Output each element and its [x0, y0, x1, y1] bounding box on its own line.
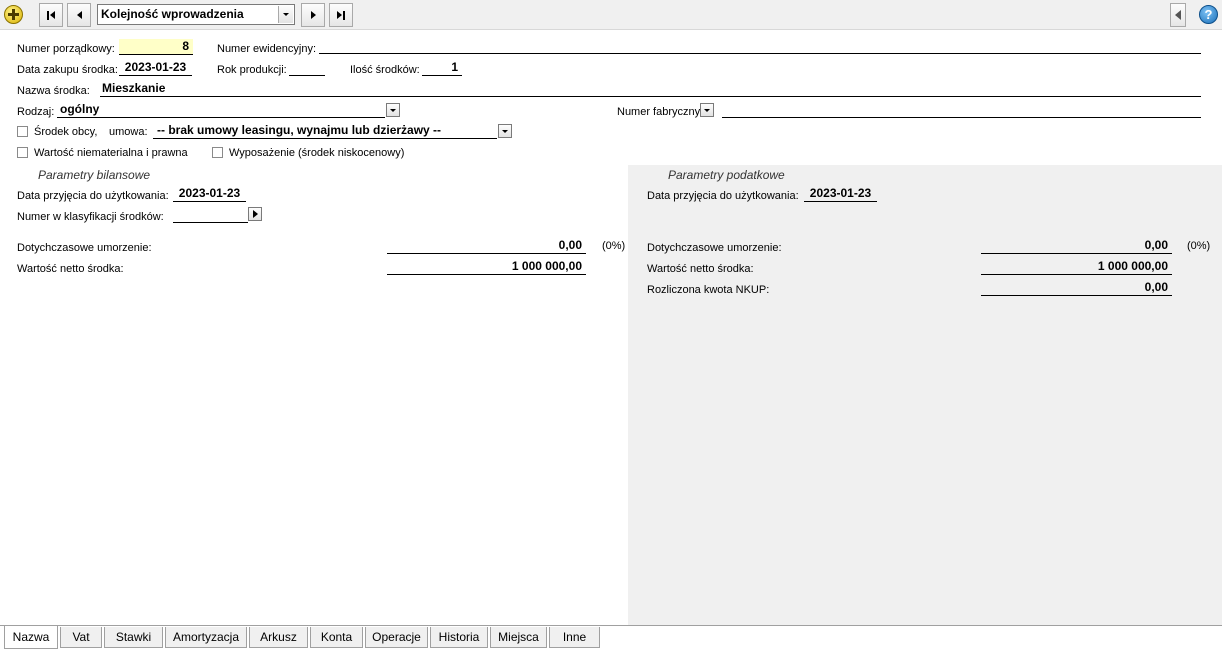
umowa-select[interactable]: -- brak umowy leasingu, wynajmu lub dzie… [153, 123, 497, 139]
toolbar: Kolejność wprowadzenia ? [0, 0, 1222, 30]
sort-order-select[interactable]: Kolejność wprowadzenia [97, 4, 295, 25]
previous-icon [76, 11, 82, 19]
parametry-bilansowe-title: Parametry bilansowe [38, 168, 151, 182]
chevron-down-icon[interactable] [278, 6, 293, 23]
help-icon[interactable]: ? [1199, 5, 1218, 24]
numer-porzadkowy-label: Numer porządkowy: [17, 43, 115, 55]
parametry-podatkowe-title: Parametry podatkowe [668, 168, 785, 182]
tab-bar: Nazwa Vat Stawki Amortyzacja Arkusz Kont… [0, 625, 1222, 652]
rok-produkcji-label: Rok produkcji: [217, 64, 287, 76]
srodek-obcy-label: Środek obcy, [34, 126, 98, 138]
bilansowe-umorzenie-label: Dotychczasowe umorzenie: [17, 242, 152, 254]
srodek-obcy-checkbox[interactable] [17, 126, 28, 137]
podatkowe-netto-field[interactable]: 1 000 000,00 [981, 259, 1172, 275]
tab-konta[interactable]: Konta [310, 627, 363, 648]
first-record-button[interactable] [39, 3, 63, 27]
nazwa-srodka-label: Nazwa środka: [17, 85, 90, 97]
bilansowe-netto-label: Wartość netto środka: [17, 263, 124, 275]
ilosc-srodkow-label: Ilość środków: [350, 64, 420, 76]
tab-vat[interactable]: Vat [60, 627, 102, 648]
bilansowe-netto-field[interactable]: 1 000 000,00 [387, 259, 586, 275]
chevron-right-icon [252, 210, 258, 218]
previous-record-button[interactable] [67, 3, 91, 27]
bilansowe-data-przyjecia-field[interactable]: 2023-01-23 [173, 186, 246, 202]
numer-porzadkowy-field[interactable]: 8 [119, 39, 193, 55]
podatkowe-netto-label: Wartość netto środka: [647, 263, 754, 275]
podatkowe-umorzenie-percent: (0%) [1187, 240, 1211, 252]
bilansowe-data-przyjecia-label: Data przyjęcia do użytkowania: [17, 190, 169, 202]
wartosc-niematerialna-checkbox[interactable] [17, 147, 28, 158]
podatkowe-umorzenie-field[interactable]: 0,00 [981, 238, 1172, 254]
last-record-button[interactable] [329, 3, 353, 27]
ilosc-srodkow-field[interactable]: 1 [422, 60, 462, 76]
data-zakupu-label: Data zakupu środka: [17, 64, 118, 76]
tab-stawki[interactable]: Stawki [104, 627, 163, 648]
umowa-dropdown-button[interactable] [498, 124, 512, 138]
nkup-label: Rozliczona kwota NKUP: [647, 284, 770, 296]
numer-ewidencyjny-label: Numer ewidencyjny: [217, 43, 317, 55]
podatkowe-data-przyjecia-field[interactable]: 2023-01-23 [804, 186, 877, 202]
tab-arkusz[interactable]: Arkusz [249, 627, 308, 648]
wyposazenie-label: Wyposażenie (środek niskocenowy) [229, 147, 405, 159]
numer-fabryczny-dropdown-button[interactable] [700, 103, 714, 117]
rodzaj-label: Rodzaj: [17, 106, 55, 118]
parametry-podatkowe-panel [628, 165, 1222, 625]
nkup-field[interactable]: 0,00 [981, 280, 1172, 296]
collapse-panel-button[interactable] [1170, 3, 1186, 27]
first-icon [47, 10, 49, 20]
next-icon [310, 11, 316, 19]
rodzaj-select[interactable]: ogólny [57, 102, 385, 118]
add-icon[interactable] [4, 5, 23, 24]
next-record-button[interactable] [301, 3, 325, 27]
tab-miejsca[interactable]: Miejsca [490, 627, 547, 648]
numer-fabryczny-label: Numer fabryczny [617, 106, 701, 118]
tab-inne[interactable]: Inne [549, 627, 600, 648]
tab-historia[interactable]: Historia [430, 627, 488, 648]
sort-order-value: Kolejność wprowadzenia [101, 7, 244, 21]
chevron-down-icon [390, 108, 396, 112]
klasyfikacja-label: Numer w klasyfikacji środków: [17, 211, 164, 223]
podatkowe-umorzenie-label: Dotychczasowe umorzenie: [647, 242, 782, 254]
umowa-label: umowa: [109, 126, 148, 138]
podatkowe-data-przyjecia-label: Data przyjęcia do użytkowania: [647, 190, 799, 202]
tab-nazwa[interactable]: Nazwa [4, 626, 58, 649]
klasyfikacja-field[interactable] [173, 207, 248, 223]
rodzaj-dropdown-button[interactable] [386, 103, 400, 117]
chevron-down-icon [704, 108, 710, 112]
last-icon [343, 10, 345, 20]
bilansowe-umorzenie-field[interactable]: 0,00 [387, 238, 586, 254]
tab-amortyzacja[interactable]: Amortyzacja [165, 627, 247, 648]
rok-produkcji-field[interactable] [289, 60, 325, 76]
data-zakupu-field[interactable]: 2023-01-23 [119, 60, 192, 76]
nazwa-srodka-field[interactable]: Mieszkanie [100, 81, 1201, 97]
bilansowe-umorzenie-percent: (0%) [602, 240, 626, 252]
numer-fabryczny-field[interactable] [722, 102, 1201, 118]
wartosc-niematerialna-label: Wartość niematerialna i prawna [34, 147, 188, 159]
triangle-left-icon [1175, 10, 1181, 20]
klasyfikacja-lookup-button[interactable] [248, 207, 262, 221]
wyposazenie-checkbox[interactable] [212, 147, 223, 158]
tab-operacje[interactable]: Operacje [365, 627, 428, 648]
chevron-down-icon [502, 129, 508, 133]
numer-ewidencyjny-field[interactable] [319, 39, 1201, 54]
